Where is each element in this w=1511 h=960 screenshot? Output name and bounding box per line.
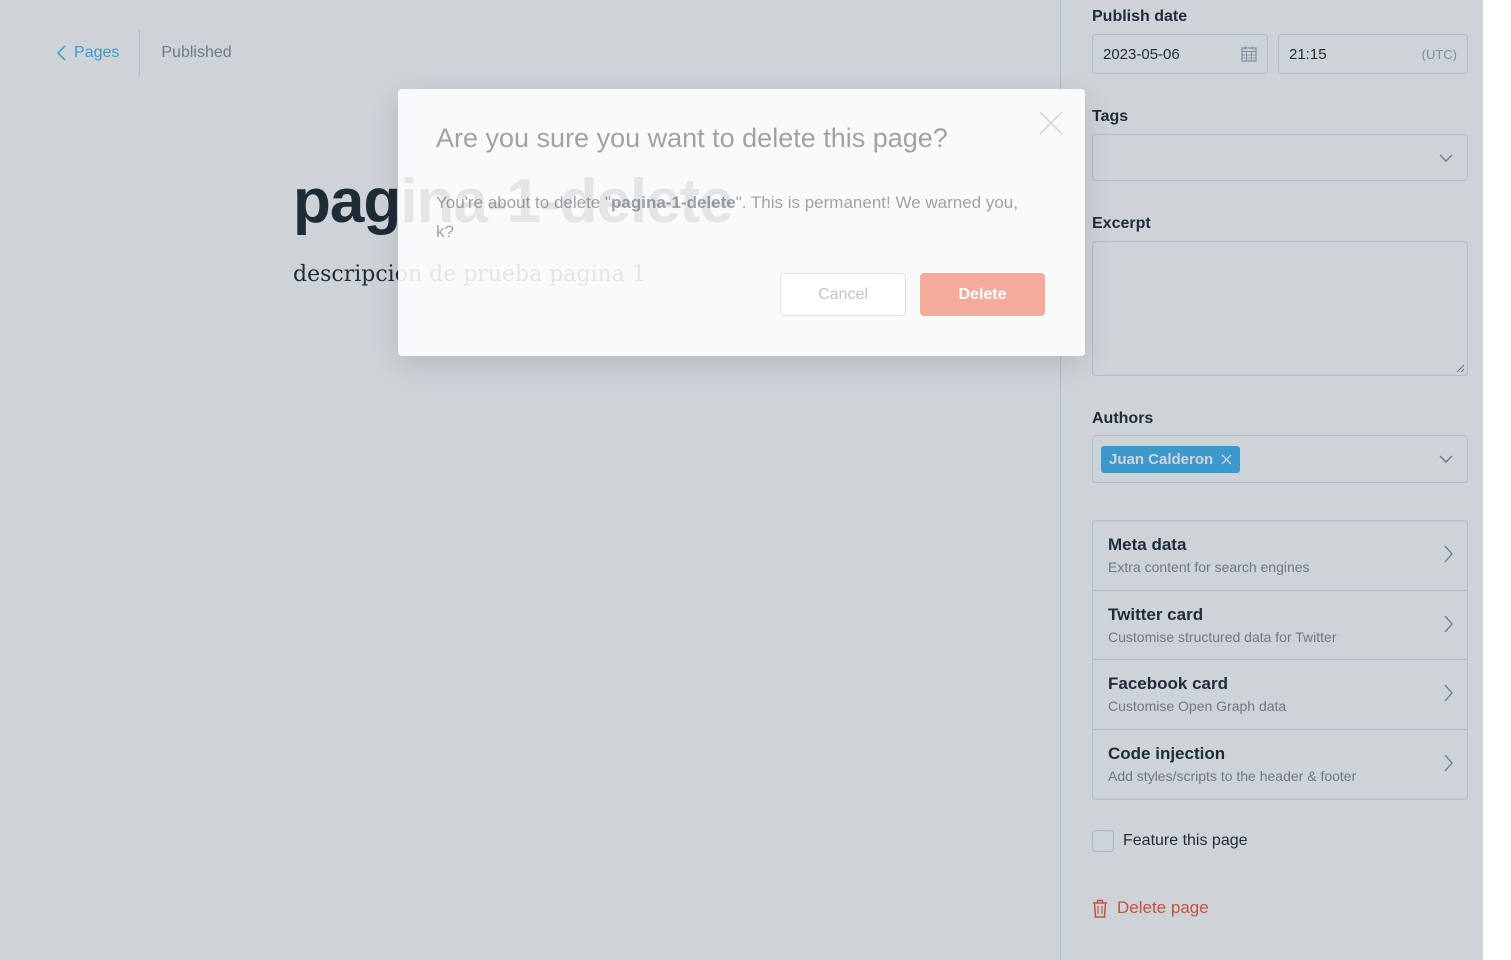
modal-message: You're about to delete "pagina-1-delete"… [436,188,1036,246]
delete-confirm-modal: Are you sure you want to delete this pag… [398,89,1085,356]
modal-page-name: pagina-1-delete [611,193,736,212]
delete-button[interactable]: Delete [920,273,1045,316]
modal-title: Are you sure you want to delete this pag… [436,123,948,153]
modal-message-prefix: You're about to delete " [436,193,612,212]
close-icon[interactable] [1039,111,1063,135]
cancel-button[interactable]: Cancel [780,273,906,316]
scrollbar-track[interactable] [1483,0,1511,960]
